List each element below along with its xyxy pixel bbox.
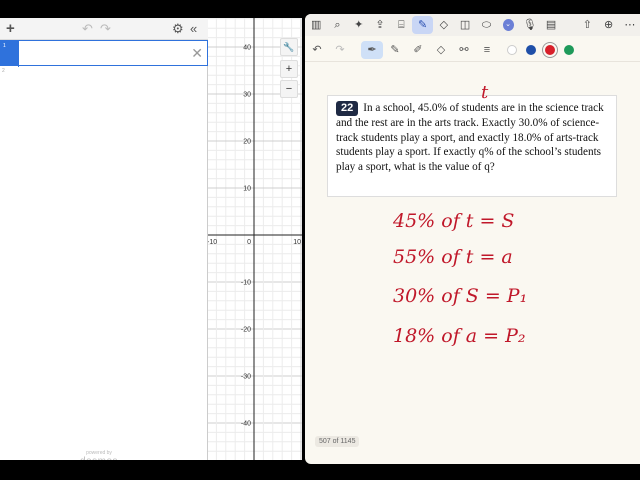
search-icon[interactable]: ⌕ xyxy=(327,16,347,34)
add-page-icon[interactable]: ⊕ xyxy=(598,16,618,34)
handwritten-line-1: 45% of t = S xyxy=(392,210,514,232)
share-icon[interactable]: ⇪ xyxy=(370,16,390,34)
x-tick-label: 0 xyxy=(247,239,251,246)
expression-row-1[interactable]: 1 ✕ xyxy=(0,40,208,67)
zoom-out-button[interactable]: − xyxy=(280,80,298,98)
undo-button[interactable]: ↶ xyxy=(82,21,93,37)
lasso-tool-icon[interactable]: ⚯ xyxy=(453,41,475,59)
highlighter-tool-icon[interactable]: ✎ xyxy=(384,41,406,59)
question-number: 22 xyxy=(336,101,359,116)
settings-icon[interactable]: ⚙ xyxy=(172,21,184,37)
microphone-icon[interactable]: 🎙 xyxy=(520,16,540,34)
export-icon[interactable]: ⇧ xyxy=(577,16,597,34)
overflow-menu-icon[interactable]: ⋯ xyxy=(620,16,640,34)
expression-list: 1 ✕ 2 powered by desmos xyxy=(0,40,208,460)
sidebar-icon[interactable]: ▥ xyxy=(306,16,326,34)
pen-toolbar: ↶ ↷ ✒ ✎ ✐ ◇ ⚯ ≡ xyxy=(305,38,640,62)
collapse-list-icon[interactable]: « xyxy=(190,21,197,37)
expression-index: 1 xyxy=(1,41,19,67)
eraser-icon[interactable]: ◇ xyxy=(434,16,454,34)
color-swatch-blue[interactable] xyxy=(526,44,536,55)
y-tick-label: -30 xyxy=(241,374,251,381)
question-text: In a school, 45.0% of students are in th… xyxy=(336,102,604,173)
redo-button[interactable]: ↷ xyxy=(100,21,111,37)
add-expression-button[interactable]: + xyxy=(6,21,15,37)
y-tick-label: -40 xyxy=(241,421,251,428)
rename-icon[interactable]: ⌸ xyxy=(391,16,411,34)
shapes-icon[interactable]: ◫ xyxy=(455,16,475,34)
graph-tools: 🔧 + − xyxy=(280,38,300,100)
lasso-icon[interactable]: ⬭ xyxy=(476,16,496,34)
zoom-in-button[interactable]: + xyxy=(280,60,298,78)
undo-icon[interactable]: ↶ xyxy=(306,41,328,59)
x-tick-label: -10 xyxy=(208,239,217,246)
y-tick-label: 40 xyxy=(243,45,251,52)
y-tick-label: 30 xyxy=(243,92,251,99)
y-tick-label: -20 xyxy=(241,327,251,334)
text-box-icon[interactable]: ▤ xyxy=(541,16,561,34)
handwritten-line-3: 30% of S = P₁ xyxy=(393,285,527,307)
pen-mode-icon[interactable]: ✎ xyxy=(412,16,433,34)
expression-toolbar: + ↶ ↷ ⚙ « xyxy=(0,18,208,40)
y-axis-tick-labels: 40 30 20 10 -10 -20 -30 -40 xyxy=(241,45,251,428)
x-tick-label: 10 xyxy=(293,239,301,246)
desmos-logo: desmos xyxy=(80,456,118,460)
y-tick-label: -10 xyxy=(241,280,251,287)
eraser-tool-icon[interactable]: ◇ xyxy=(430,41,452,59)
x-axis-tick-labels: -10 0 10 xyxy=(208,239,301,246)
page-counter: 507 of 1145 xyxy=(315,436,360,447)
graph-settings-wrench-icon[interactable]: 🔧 xyxy=(280,38,298,56)
y-tick-label: 20 xyxy=(243,139,251,146)
color-swatch-red[interactable] xyxy=(545,44,555,55)
line-width-icon[interactable]: ≡ xyxy=(476,41,498,59)
handwritten-line-4: 18% of a = P₂ xyxy=(393,325,526,347)
desmos-calculator: + ↶ ↷ ⚙ « 1 ✕ 2 powered by desmos xyxy=(0,18,302,460)
handwritten-line-2: 55% of t = a xyxy=(393,246,513,268)
notes-top-toolbar: ▥ ⌕ ✦ ⇪ ⌸ ✎ ◇ ◫ ⬭ ⌄ 🎙 ▤ ⇧ ⊕ ⋯ xyxy=(305,14,640,36)
notes-app: ▥ ⌕ ✦ ⇪ ⌸ ✎ ◇ ◫ ⬭ ⌄ 🎙 ▤ ⇧ ⊕ ⋯ ↶ ↷ ✒ ✎ ✐ … xyxy=(305,14,640,464)
app-frame: + ↶ ↷ ⚙ « 1 ✕ 2 powered by desmos xyxy=(0,0,640,480)
expression-row-2[interactable]: 2 xyxy=(0,66,208,86)
powered-by-desmos: powered by desmos xyxy=(80,450,118,460)
question-card: 22 In a school, 45.0% of students are in … xyxy=(327,95,617,197)
delete-expression-icon[interactable]: ✕ xyxy=(191,45,203,62)
bookmark-add-icon[interactable]: ✦ xyxy=(349,16,369,34)
pen-tool-icon[interactable]: ✒ xyxy=(361,40,383,59)
color-swatch-green[interactable] xyxy=(564,44,574,55)
pencil-tool-icon[interactable]: ✐ xyxy=(407,41,429,59)
color-swatch-white[interactable] xyxy=(507,44,517,55)
more-menu-icon[interactable]: ⌄ xyxy=(502,19,514,31)
y-tick-label: 10 xyxy=(243,186,251,193)
redo-icon[interactable]: ↷ xyxy=(329,41,351,59)
expression-index: 2 xyxy=(0,66,18,86)
